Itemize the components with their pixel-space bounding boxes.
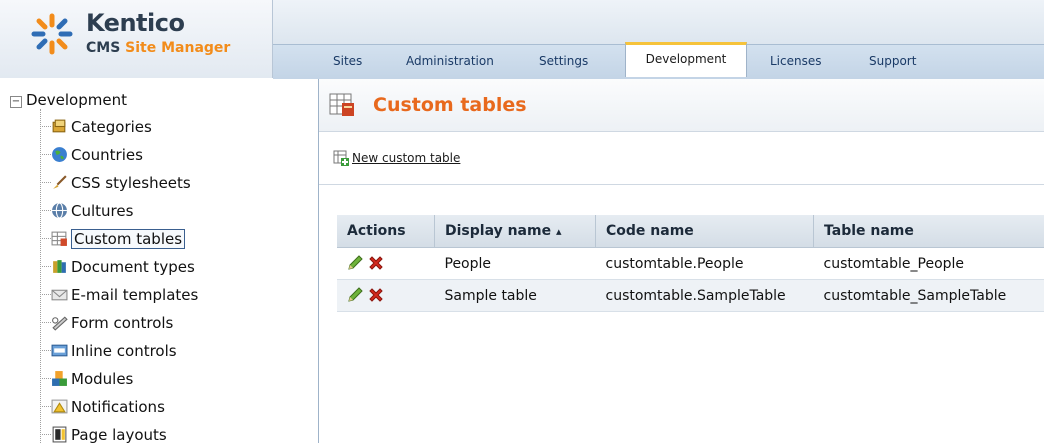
tree-item-label[interactable]: Categories	[71, 118, 152, 136]
tree-item-css-stylesheets[interactable]: CSS stylesheets	[40, 174, 191, 201]
page-title: Custom tables	[373, 94, 527, 116]
notifications-icon	[51, 399, 68, 414]
sort-ascending-icon[interactable]: ▴	[556, 225, 562, 238]
custom-table-icon	[51, 231, 67, 246]
tree-item-label[interactable]: Document types	[71, 258, 195, 276]
tree-item-label[interactable]: CSS stylesheets	[71, 174, 191, 192]
top-strip	[273, 0, 1044, 44]
tree-item-document-types[interactable]: Document types	[40, 258, 195, 285]
tree-item-email-templates[interactable]: E-mail templates	[40, 286, 198, 313]
tab-support[interactable]: Support	[869, 54, 916, 68]
edit-icon[interactable]	[347, 255, 363, 271]
tree-root-label[interactable]: Development	[26, 91, 127, 109]
brand-name: Kentico	[86, 9, 185, 37]
tree-item-custom-tables[interactable]: Custom tables	[40, 229, 186, 257]
development-tree: − Development Categories Countries CSS st…	[0, 79, 319, 443]
new-table-icon	[333, 150, 349, 166]
tree-item-form-controls[interactable]: Form controls	[40, 314, 173, 341]
display-name-header-label[interactable]: Display name	[445, 223, 551, 239]
tree-item-cultures[interactable]: Cultures	[40, 202, 133, 229]
main-content: Custom tables New custom table Actions D…	[319, 79, 1044, 443]
tree-item-label[interactable]: Inline controls	[71, 342, 177, 360]
cell-display-name: Sample table	[434, 279, 596, 312]
new-custom-table-label[interactable]: New custom table	[352, 151, 460, 165]
modules-icon	[52, 371, 67, 386]
main-tabbar: Sites Administration Settings Developmen…	[273, 42, 1044, 80]
tab-settings[interactable]: Settings	[539, 54, 588, 68]
row-actions	[337, 279, 435, 312]
tab-sites[interactable]: Sites	[333, 54, 362, 68]
document-types-icon	[53, 260, 66, 273]
column-header-actions: Actions	[337, 215, 435, 248]
tree-root-development[interactable]: − Development	[10, 91, 127, 109]
tree-item-label[interactable]: Notifications	[71, 398, 165, 416]
globe-icon	[52, 147, 67, 162]
action-bar: New custom table	[319, 132, 1044, 185]
tree-item-label[interactable]: Page layouts	[71, 426, 167, 443]
grid-header-row: Actions Display name ▴ Code name Table n…	[337, 215, 1044, 248]
delete-icon[interactable]	[368, 287, 384, 303]
tree-item-modules[interactable]: Modules	[40, 370, 133, 397]
cell-table-name: customtable_People	[813, 247, 1044, 280]
tree-item-notifications[interactable]: Notifications	[40, 398, 165, 425]
inline-controls-icon	[51, 344, 68, 357]
delete-icon[interactable]	[368, 255, 384, 271]
edit-icon[interactable]	[347, 287, 363, 303]
cell-code-name: customtable.People	[595, 247, 814, 280]
custom-tables-icon	[329, 93, 354, 116]
tab-administration[interactable]: Administration	[406, 54, 494, 68]
tab-licenses[interactable]: Licenses	[770, 54, 822, 68]
product-accent: Site Manager	[125, 40, 231, 56]
product-name: CMS Site Manager	[86, 40, 230, 56]
column-header-display-name[interactable]: Display name ▴	[434, 215, 596, 248]
page-layouts-icon	[52, 426, 67, 443]
table-row: Sample table customtable.SampleTable cus…	[337, 279, 1044, 312]
tree-item-label[interactable]: Custom tables	[71, 229, 186, 249]
tree-item-label[interactable]: Cultures	[71, 202, 133, 220]
culture-globe-icon	[52, 202, 67, 219]
collapse-toggle-icon[interactable]: −	[10, 96, 22, 108]
form-controls-icon	[52, 316, 68, 331]
column-header-code-name[interactable]: Code name	[595, 215, 814, 248]
tree-item-label[interactable]: Modules	[71, 370, 133, 388]
new-custom-table-link[interactable]: New custom table	[333, 150, 460, 166]
categories-icon	[52, 119, 66, 133]
brush-icon	[53, 175, 67, 189]
tree-item-label[interactable]: Countries	[71, 146, 143, 164]
kentico-logo-icon	[31, 13, 73, 55]
email-template-icon	[51, 289, 68, 301]
tree-item-categories[interactable]: Categories	[40, 118, 152, 145]
tree-item-inline-controls[interactable]: Inline controls	[40, 342, 177, 369]
cell-display-name: People	[434, 247, 596, 280]
page-header: Custom tables	[319, 79, 1044, 132]
tree-item-label[interactable]: E-mail templates	[71, 286, 198, 304]
tree-item-page-layouts[interactable]: Page layouts	[40, 426, 167, 443]
row-actions	[337, 247, 435, 280]
custom-tables-grid: Actions Display name ▴ Code name Table n…	[337, 215, 1044, 312]
product-prefix: CMS	[86, 40, 121, 56]
header: Kentico CMS Site Manager Sites Administr…	[0, 0, 1044, 80]
tab-development[interactable]: Development	[625, 42, 747, 77]
column-header-table-name[interactable]: Table name	[813, 215, 1044, 248]
table-row: People customtable.People customtable_Pe…	[337, 247, 1044, 280]
tree-item-label[interactable]: Form controls	[71, 314, 173, 332]
logo-area: Kentico CMS Site Manager	[0, 0, 273, 78]
cell-code-name: customtable.SampleTable	[595, 279, 814, 312]
cell-table-name: customtable_SampleTable	[813, 279, 1044, 312]
tree-item-countries[interactable]: Countries	[40, 146, 143, 173]
